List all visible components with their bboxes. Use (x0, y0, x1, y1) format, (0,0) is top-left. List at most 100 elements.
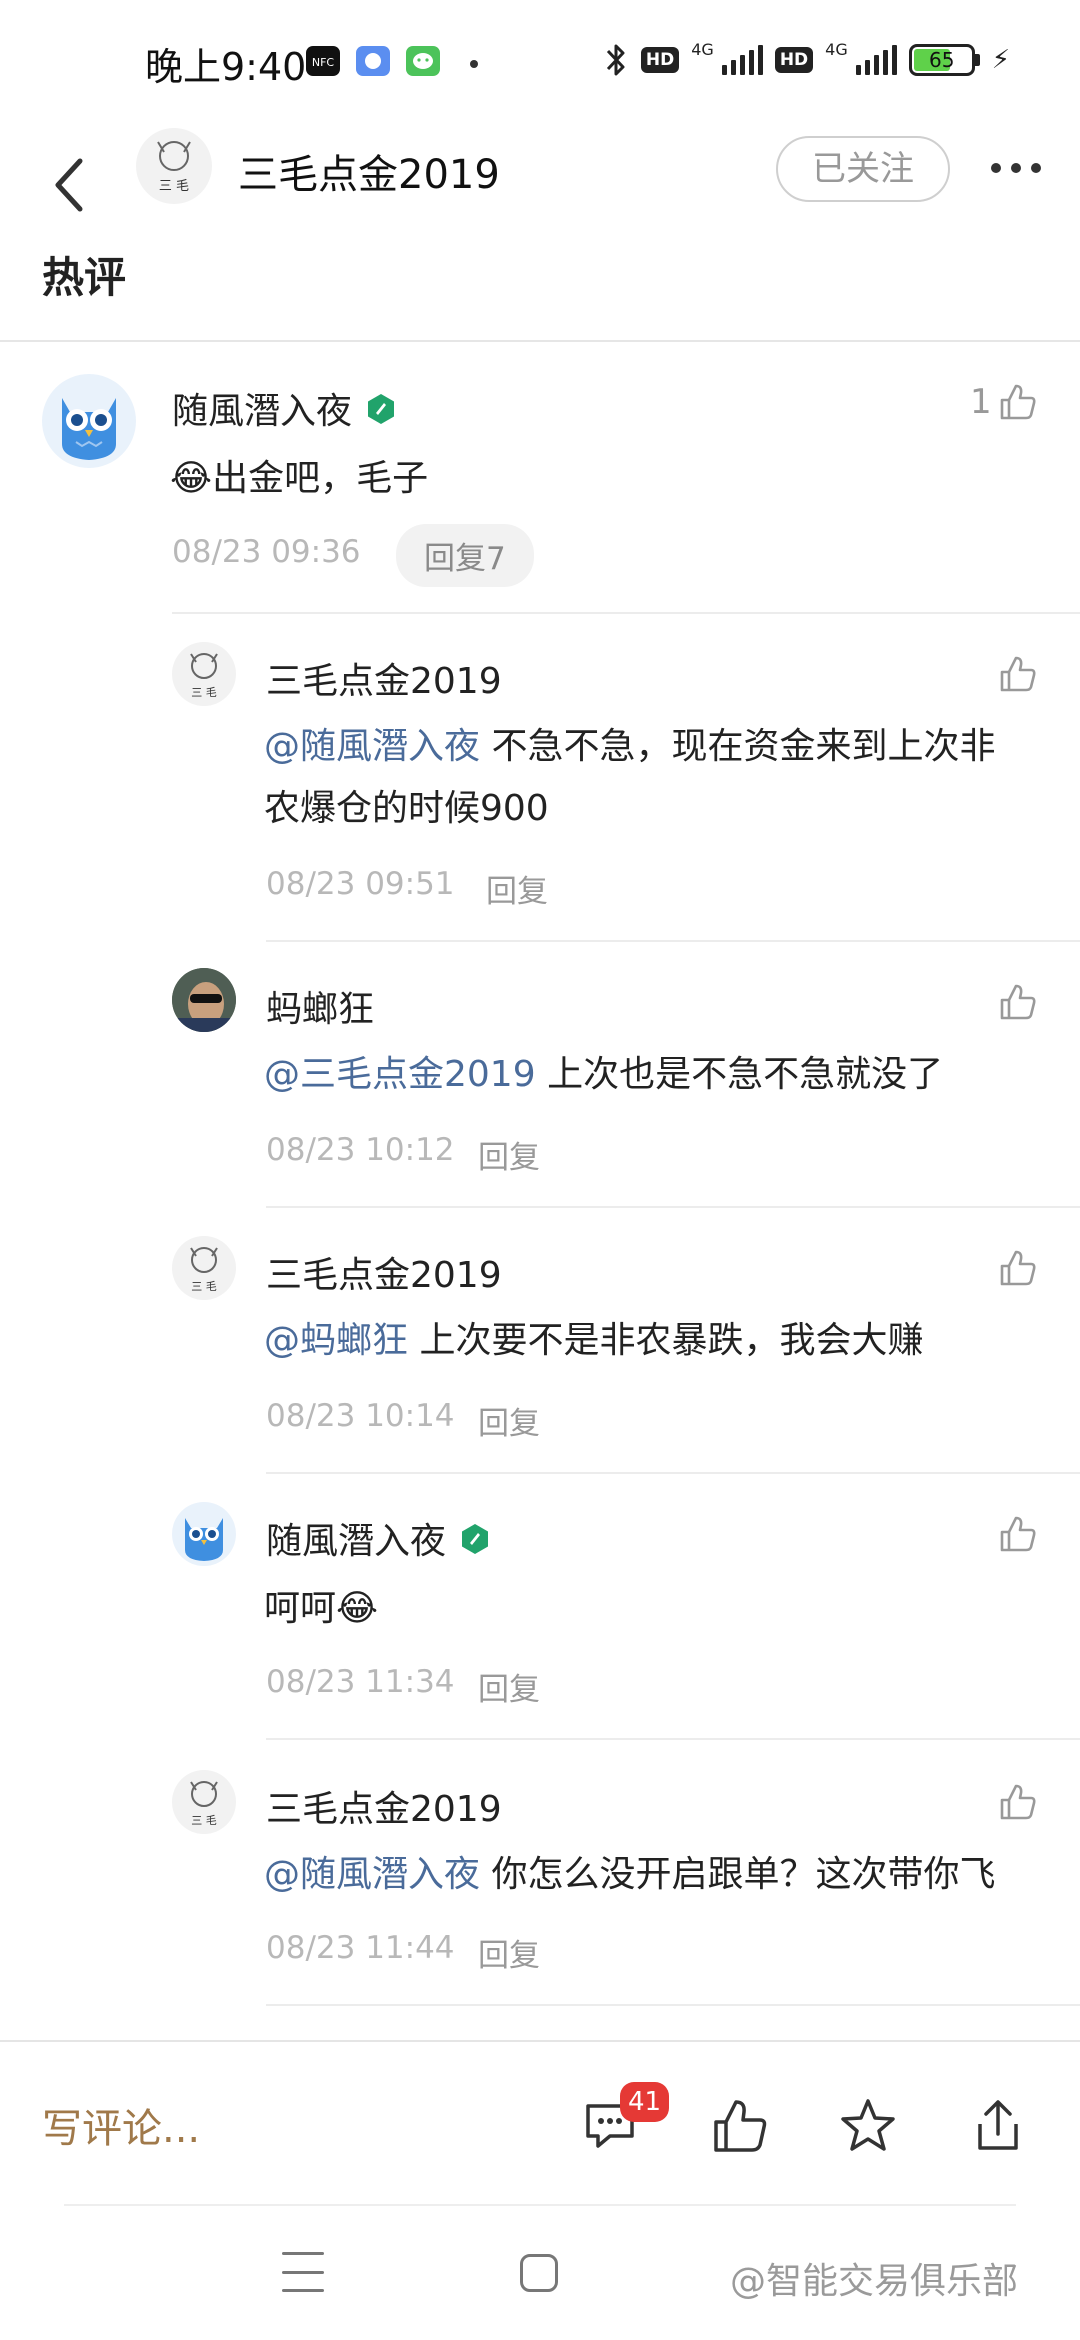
charging-icon: ⚡ (991, 45, 1010, 75)
verified-icon (364, 392, 398, 435)
reply-button[interactable]: 回复 (478, 1664, 540, 1709)
wechat-icon (406, 46, 440, 76)
like-button[interactable] (998, 654, 1038, 694)
like-post-button[interactable] (704, 2090, 776, 2162)
thumbs-up-icon (1000, 1250, 1036, 1286)
signal-icon (721, 45, 763, 75)
avatar[interactable]: 三 毛 (172, 642, 236, 706)
reply-button[interactable]: 回复 (478, 1132, 540, 1177)
divider (266, 2004, 1080, 2006)
nfc-icon: NFC (306, 46, 340, 76)
follow-button[interactable]: 已关注 (776, 136, 950, 202)
comment-author-name: 随風潛入夜 (172, 391, 353, 432)
recent-apps-button[interactable] (282, 2252, 324, 2292)
reply-body: 呵呵 (264, 1588, 337, 1629)
reply-body: 你怎么没开启跟单？这次带你飞 (480, 1854, 996, 1895)
back-arrow-icon (55, 158, 83, 212)
svg-text:三 毛: 三 毛 (191, 1280, 217, 1293)
divider (266, 1738, 1080, 1740)
mention-link[interactable]: @三毛点金2019 (264, 1054, 536, 1095)
reply-text: @随風潛入夜 不急不急，现在资金来到上次非农爆仓的时候900 (264, 716, 1064, 840)
reply-body: 不急不急，现在资金来到上次非 (480, 726, 996, 767)
divider (266, 1472, 1080, 1474)
comment-body: 出金吧，毛子 (212, 458, 429, 499)
divider (172, 612, 1080, 614)
status-right: HD 4G HD 4G 65 ⚡ (603, 40, 1010, 80)
header-avatar[interactable]: 三 毛 (136, 128, 212, 204)
avatar[interactable] (42, 374, 136, 468)
hd-badge-2: HD (774, 47, 814, 73)
like-button[interactable] (998, 982, 1038, 1022)
reply-time: 08/23 10:14 (266, 1398, 455, 1434)
watermark: @智能交易俱乐部 (730, 2261, 1019, 2302)
reply-author[interactable]: 蚂螂狂 (266, 980, 374, 1032)
reply-text: @随風潛入夜 你怎么没开启跟单？这次带你飞 (264, 1844, 995, 1906)
mention-link[interactable]: @随風潛入夜 (264, 726, 480, 767)
section-divider (0, 340, 1080, 342)
share-button[interactable] (962, 2090, 1034, 2162)
status-dot (470, 60, 478, 68)
verified-icon (458, 1522, 492, 1565)
thumbs-up-icon (1000, 984, 1036, 1020)
comment-time: 08/23 09:36 (172, 534, 361, 570)
reply-button[interactable]: 回复 (478, 1398, 540, 1443)
comment-text: 😂出金吧，毛子 (170, 448, 428, 510)
like-button[interactable] (998, 1782, 1038, 1822)
thumbs-up-icon (1000, 1516, 1036, 1552)
battery-indicator: 65 (908, 44, 980, 76)
favorite-button[interactable] (832, 2090, 904, 2162)
like-button[interactable] (998, 1514, 1038, 1554)
svg-text:NFC: NFC (312, 56, 335, 69)
comment-count-badge: 41 (620, 2082, 670, 2122)
star-icon (841, 2099, 895, 2151)
divider (266, 1206, 1080, 1208)
reply-author[interactable]: 随風潛入夜 (266, 1512, 492, 1565)
reply-time: 08/23 11:34 (266, 1664, 455, 1700)
app-notification-icon (356, 46, 390, 76)
section-title: 热评 (42, 253, 127, 302)
share-icon (978, 2100, 1018, 2150)
reply-author-name: 随風潛入夜 (266, 1521, 447, 1562)
home-button[interactable] (520, 2254, 558, 2292)
signal-icon-2 (855, 45, 897, 75)
like-button[interactable] (998, 1248, 1038, 1288)
reply-time: 08/23 10:12 (266, 1132, 455, 1168)
mention-link[interactable]: @随風潛入夜 (264, 1854, 480, 1895)
reply-text: @三毛点金2019 上次也是不急不急就没了 (264, 1044, 943, 1106)
reply-count-button[interactable]: 回复7 (396, 524, 534, 587)
menu-icon (282, 2252, 324, 2255)
hd-badge: HD (640, 47, 680, 73)
svg-text:三 毛: 三 毛 (191, 1814, 217, 1827)
bluetooth-icon (606, 44, 625, 76)
comment-author[interactable]: 随風潛入夜 (172, 382, 398, 435)
nav-divider (64, 2204, 1016, 2206)
back-button[interactable] (40, 140, 100, 230)
like-button[interactable]: 1 (970, 382, 1038, 422)
reply-body: 上次要不是非农暴跌，我会大赚 (408, 1320, 924, 1361)
reply-author[interactable]: 三毛点金2019 (266, 652, 502, 704)
reply-button[interactable]: 回复 (478, 1930, 540, 1975)
reply-time: 08/23 09:51 (266, 866, 455, 902)
mention-link[interactable]: @蚂螂狂 (264, 1320, 408, 1361)
write-comment-input[interactable]: 写评论... (42, 2096, 200, 2154)
reply-button[interactable]: 回复 (486, 866, 548, 911)
reply-text: 呵呵😂 (264, 1578, 378, 1640)
network-label-2: 4G (825, 40, 848, 59)
thumbs-up-icon (1000, 1784, 1036, 1820)
avatar[interactable]: 三 毛 (172, 1236, 236, 1300)
more-button[interactable] (976, 148, 1056, 188)
reply-author[interactable]: 三毛点金2019 (266, 1246, 502, 1298)
avatar[interactable]: 三 毛 (172, 1770, 236, 1834)
svg-text:三 毛: 三 毛 (159, 179, 189, 194)
more-icon (991, 163, 1001, 173)
divider (266, 940, 1080, 942)
thumbs-up-icon (1000, 656, 1036, 692)
reply-author[interactable]: 三毛点金2019 (266, 1780, 502, 1832)
avatar[interactable] (172, 1502, 236, 1566)
header-account-name: 三毛点金2019 (238, 152, 500, 198)
svg-text:三 毛: 三 毛 (191, 686, 217, 699)
status-bar: 晚上9:40 NFC HD 4G HD 4G 65 ⚡ (0, 0, 1080, 120)
avatar[interactable] (172, 968, 236, 1032)
emoji: 😂 (336, 1588, 379, 1629)
reply-body-line2: 农爆仓的时候900 (264, 788, 549, 829)
